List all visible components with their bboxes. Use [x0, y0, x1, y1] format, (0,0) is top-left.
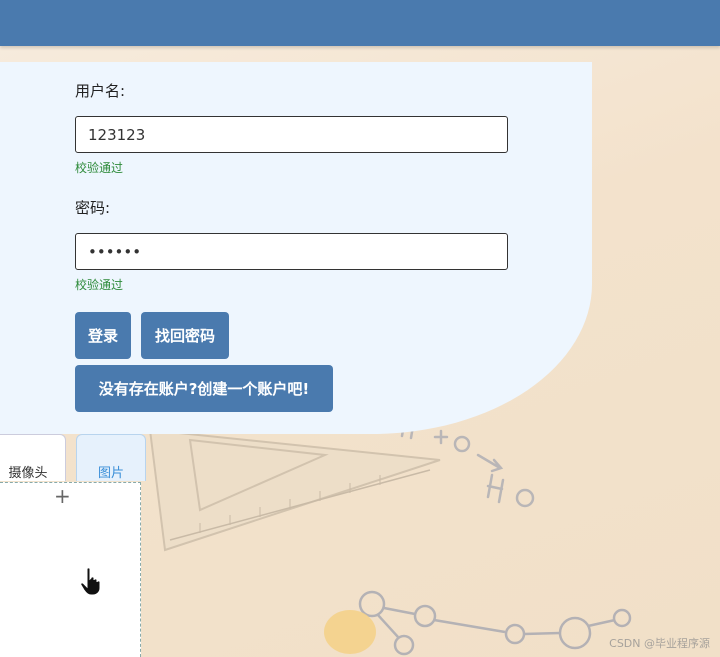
plus-icon[interactable]: + — [54, 486, 71, 506]
username-label: 用户名: — [75, 82, 126, 100]
create-account-button[interactable]: 没有存在账户?创建一个账户吧! — [75, 365, 333, 412]
password-input[interactable] — [75, 233, 508, 270]
top-navigation-bar — [0, 0, 720, 46]
username-valid-message: 校验通过 — [75, 161, 124, 175]
page: 用户名: 校验通过 密码: 校验通过 登录 找回密码 没有存在账户?创建一个账户… — [0, 0, 720, 657]
tab-image[interactable]: 图片 — [76, 434, 146, 481]
watermark: CSDN @毕业程序源 — [609, 637, 710, 650]
login-button[interactable]: 登录 — [75, 312, 131, 359]
recover-password-button[interactable]: 找回密码 — [141, 312, 229, 359]
image-upload-area[interactable]: + — [0, 482, 141, 657]
hand-pointer-icon — [80, 567, 101, 596]
yellow-bead — [324, 610, 376, 654]
molecule-model — [358, 590, 632, 656]
password-valid-message: 校验通过 — [75, 278, 124, 292]
password-label: 密码: — [75, 199, 111, 217]
username-input[interactable] — [75, 116, 508, 153]
tab-camera[interactable]: 摄像头 — [0, 434, 66, 481]
login-form-panel: 用户名: 校验通过 密码: 校验通过 登录 找回密码 没有存在账户?创建一个账户… — [0, 62, 592, 434]
ruler-triangle — [148, 428, 441, 552]
